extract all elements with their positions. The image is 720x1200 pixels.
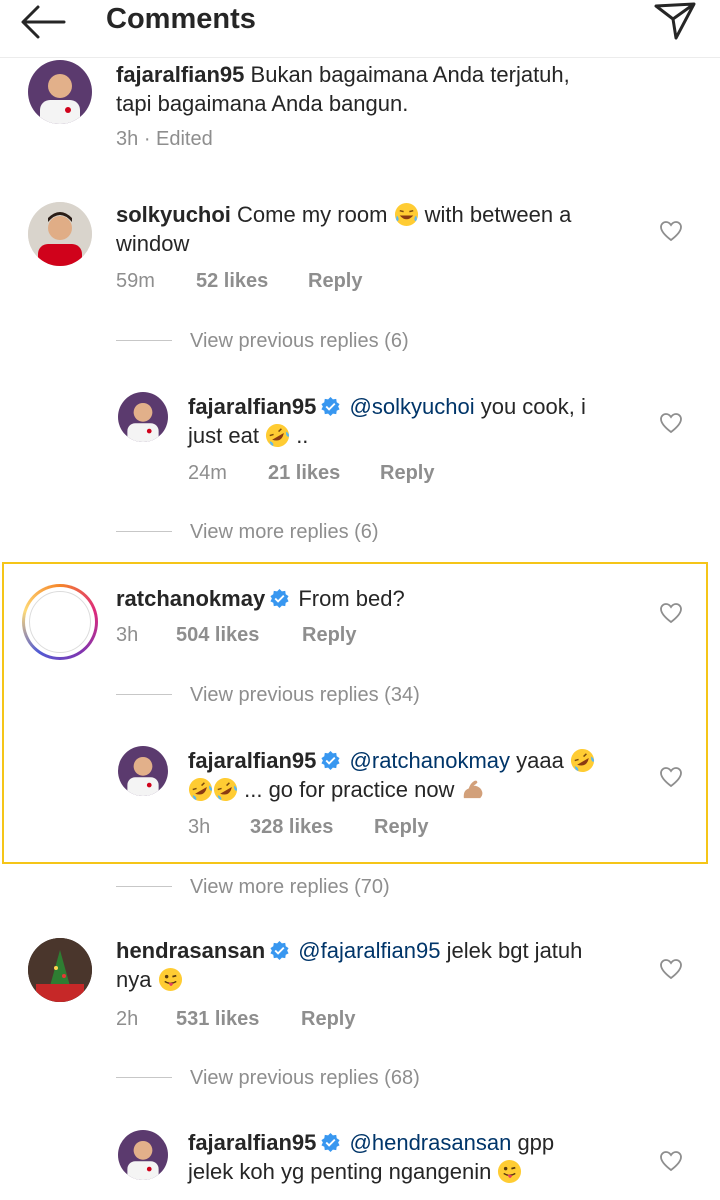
- verified-badge-icon: [321, 750, 340, 771]
- comment-body: From bed?: [298, 586, 405, 611]
- view-previous-replies[interactable]: View previous replies (34): [116, 684, 420, 714]
- comment-body: Come my room: [237, 202, 388, 227]
- comment-body-line2: jelek koh yg penting ngangenin: [188, 1159, 492, 1184]
- mention-link[interactable]: @fajaralfian95: [298, 938, 440, 963]
- comments-header: Comments: [0, 0, 720, 58]
- edited-label: · Edited: [143, 128, 213, 150]
- comment-body-line2: nya: [116, 967, 152, 992]
- heart-icon[interactable]: [659, 1150, 683, 1172]
- page-title: Comments: [106, 3, 256, 35]
- view-previous-replies-label[interactable]: View previous replies (6): [190, 330, 409, 352]
- verified-badge-icon: [270, 940, 289, 961]
- comment-body: gpp: [517, 1130, 555, 1155]
- view-more-replies[interactable]: View more replies (6): [116, 521, 379, 551]
- heart-icon[interactable]: [659, 412, 683, 434]
- view-more-replies-label[interactable]: View more replies (70): [190, 876, 390, 898]
- comment-time: 3h: [188, 816, 211, 838]
- back-arrow-icon[interactable]: [18, 2, 68, 42]
- rofl-emoji-icon: [188, 777, 213, 802]
- view-more-replies-label[interactable]: View more replies (6): [190, 521, 379, 543]
- laughing-tears-emoji-icon: [394, 202, 418, 227]
- reply-button[interactable]: Reply: [308, 270, 362, 293]
- comment-username[interactable]: solkyuchoi: [116, 202, 231, 227]
- winking-tongue-emoji-icon: [158, 967, 182, 992]
- view-previous-replies[interactable]: View previous replies (68): [116, 1067, 420, 1097]
- reply-button[interactable]: Reply: [380, 462, 434, 485]
- comment-text: fajaralfian95 @hendrasansan gpp jelek ko…: [188, 1128, 648, 1186]
- comment-time: 2h: [116, 1008, 139, 1030]
- reply-button[interactable]: Reply: [374, 816, 428, 839]
- comment-username[interactable]: fajaralfian95: [188, 1130, 316, 1155]
- verified-badge-icon: [321, 1132, 340, 1153]
- comment-body-line2: just eat: [188, 423, 259, 448]
- comment-body-line2: window: [116, 231, 190, 256]
- avatar[interactable]: [118, 746, 168, 796]
- comment-body-cont: with between a: [424, 202, 572, 227]
- reply-button[interactable]: Reply: [301, 1008, 355, 1031]
- comment-meta: 24m 21 likes Reply: [188, 462, 434, 485]
- comment-time: 3h: [116, 128, 139, 150]
- comment-meta: 3h 328 likes Reply: [188, 816, 428, 839]
- comment-time: 59m: [116, 270, 155, 292]
- comment-username[interactable]: fajaralfian95: [116, 62, 244, 87]
- comment-meta: 3h 504 likes Reply: [116, 624, 356, 647]
- avatar[interactable]: [28, 60, 92, 124]
- rofl-emoji-icon: [570, 748, 595, 773]
- likes-count[interactable]: 504 likes: [176, 624, 302, 647]
- avatar[interactable]: [22, 584, 98, 660]
- winking-tongue-emoji-icon: [498, 1159, 522, 1184]
- comment-body-line2: tapi bagaimana Anda bangun.: [116, 91, 409, 116]
- comment-body: jelek bgt jatuh: [446, 938, 583, 963]
- view-previous-replies-label[interactable]: View previous replies (34): [190, 684, 420, 706]
- avatar[interactable]: [118, 392, 168, 442]
- likes-count[interactable]: 21 likes: [268, 462, 380, 485]
- heart-icon[interactable]: [659, 766, 683, 788]
- heart-icon[interactable]: [659, 602, 683, 624]
- comment-meta: 3h · Edited: [116, 128, 213, 151]
- reply-button[interactable]: Reply: [302, 624, 356, 647]
- comment-username[interactable]: hendrasansan: [116, 938, 265, 963]
- comment-text: fajaralfian95 @solkyuchoi you cook, i ju…: [188, 392, 648, 450]
- comment-body: yaaa: [516, 748, 564, 773]
- comment-body: you cook, i: [480, 394, 586, 419]
- rofl-emoji-icon: [266, 423, 290, 448]
- comment-meta: 59m 52 likes Reply: [116, 270, 362, 293]
- heart-icon[interactable]: [659, 220, 683, 242]
- mention-link[interactable]: @hendrasansan: [350, 1130, 512, 1155]
- rofl-emoji-icon: [213, 777, 238, 802]
- comment-text: fajaralfian95 Bukan bagaimana Anda terja…: [116, 60, 656, 118]
- comment-text: ratchanokmay From bed?: [116, 584, 656, 613]
- view-more-replies[interactable]: View more replies (70): [116, 876, 390, 906]
- likes-count[interactable]: 52 likes: [196, 270, 308, 293]
- comment-text: fajaralfian95 @ratchanokmay yaaa ... go …: [188, 746, 648, 804]
- view-previous-replies[interactable]: View previous replies (6): [116, 330, 409, 360]
- view-previous-replies-label[interactable]: View previous replies (68): [190, 1067, 420, 1089]
- comment-username[interactable]: ratchanokmay: [116, 586, 265, 611]
- avatar[interactable]: [28, 938, 92, 1002]
- verified-badge-icon: [270, 588, 289, 609]
- comment-body-cont: ..: [296, 423, 309, 448]
- likes-count[interactable]: 328 likes: [250, 816, 374, 839]
- comment-body: Bukan bagaimana Anda terjatuh,: [250, 62, 570, 87]
- flexed-biceps-emoji-icon: [463, 780, 483, 799]
- comment-username[interactable]: fajaralfian95: [188, 748, 316, 773]
- comment-text: hendrasansan @fajaralfian95 jelek bgt ja…: [116, 936, 656, 994]
- likes-count[interactable]: 531 likes: [176, 1008, 301, 1031]
- mention-link[interactable]: @ratchanokmay: [350, 748, 511, 773]
- comment-text: solkyuchoi Come my room with between a w…: [116, 200, 656, 258]
- comment-time: 24m: [188, 462, 227, 484]
- comment-username[interactable]: fajaralfian95: [188, 394, 316, 419]
- comment-body-line2: ... go for practice now: [244, 777, 455, 802]
- mention-link[interactable]: @solkyuchoi: [350, 394, 475, 419]
- comment-time: 3h: [116, 624, 139, 646]
- paper-plane-icon[interactable]: [652, 0, 698, 42]
- heart-icon[interactable]: [659, 958, 683, 980]
- avatar[interactable]: [118, 1130, 168, 1180]
- avatar[interactable]: [28, 202, 92, 266]
- verified-badge-icon: [321, 396, 340, 417]
- comment-meta: 2h 531 likes Reply: [116, 1008, 355, 1031]
